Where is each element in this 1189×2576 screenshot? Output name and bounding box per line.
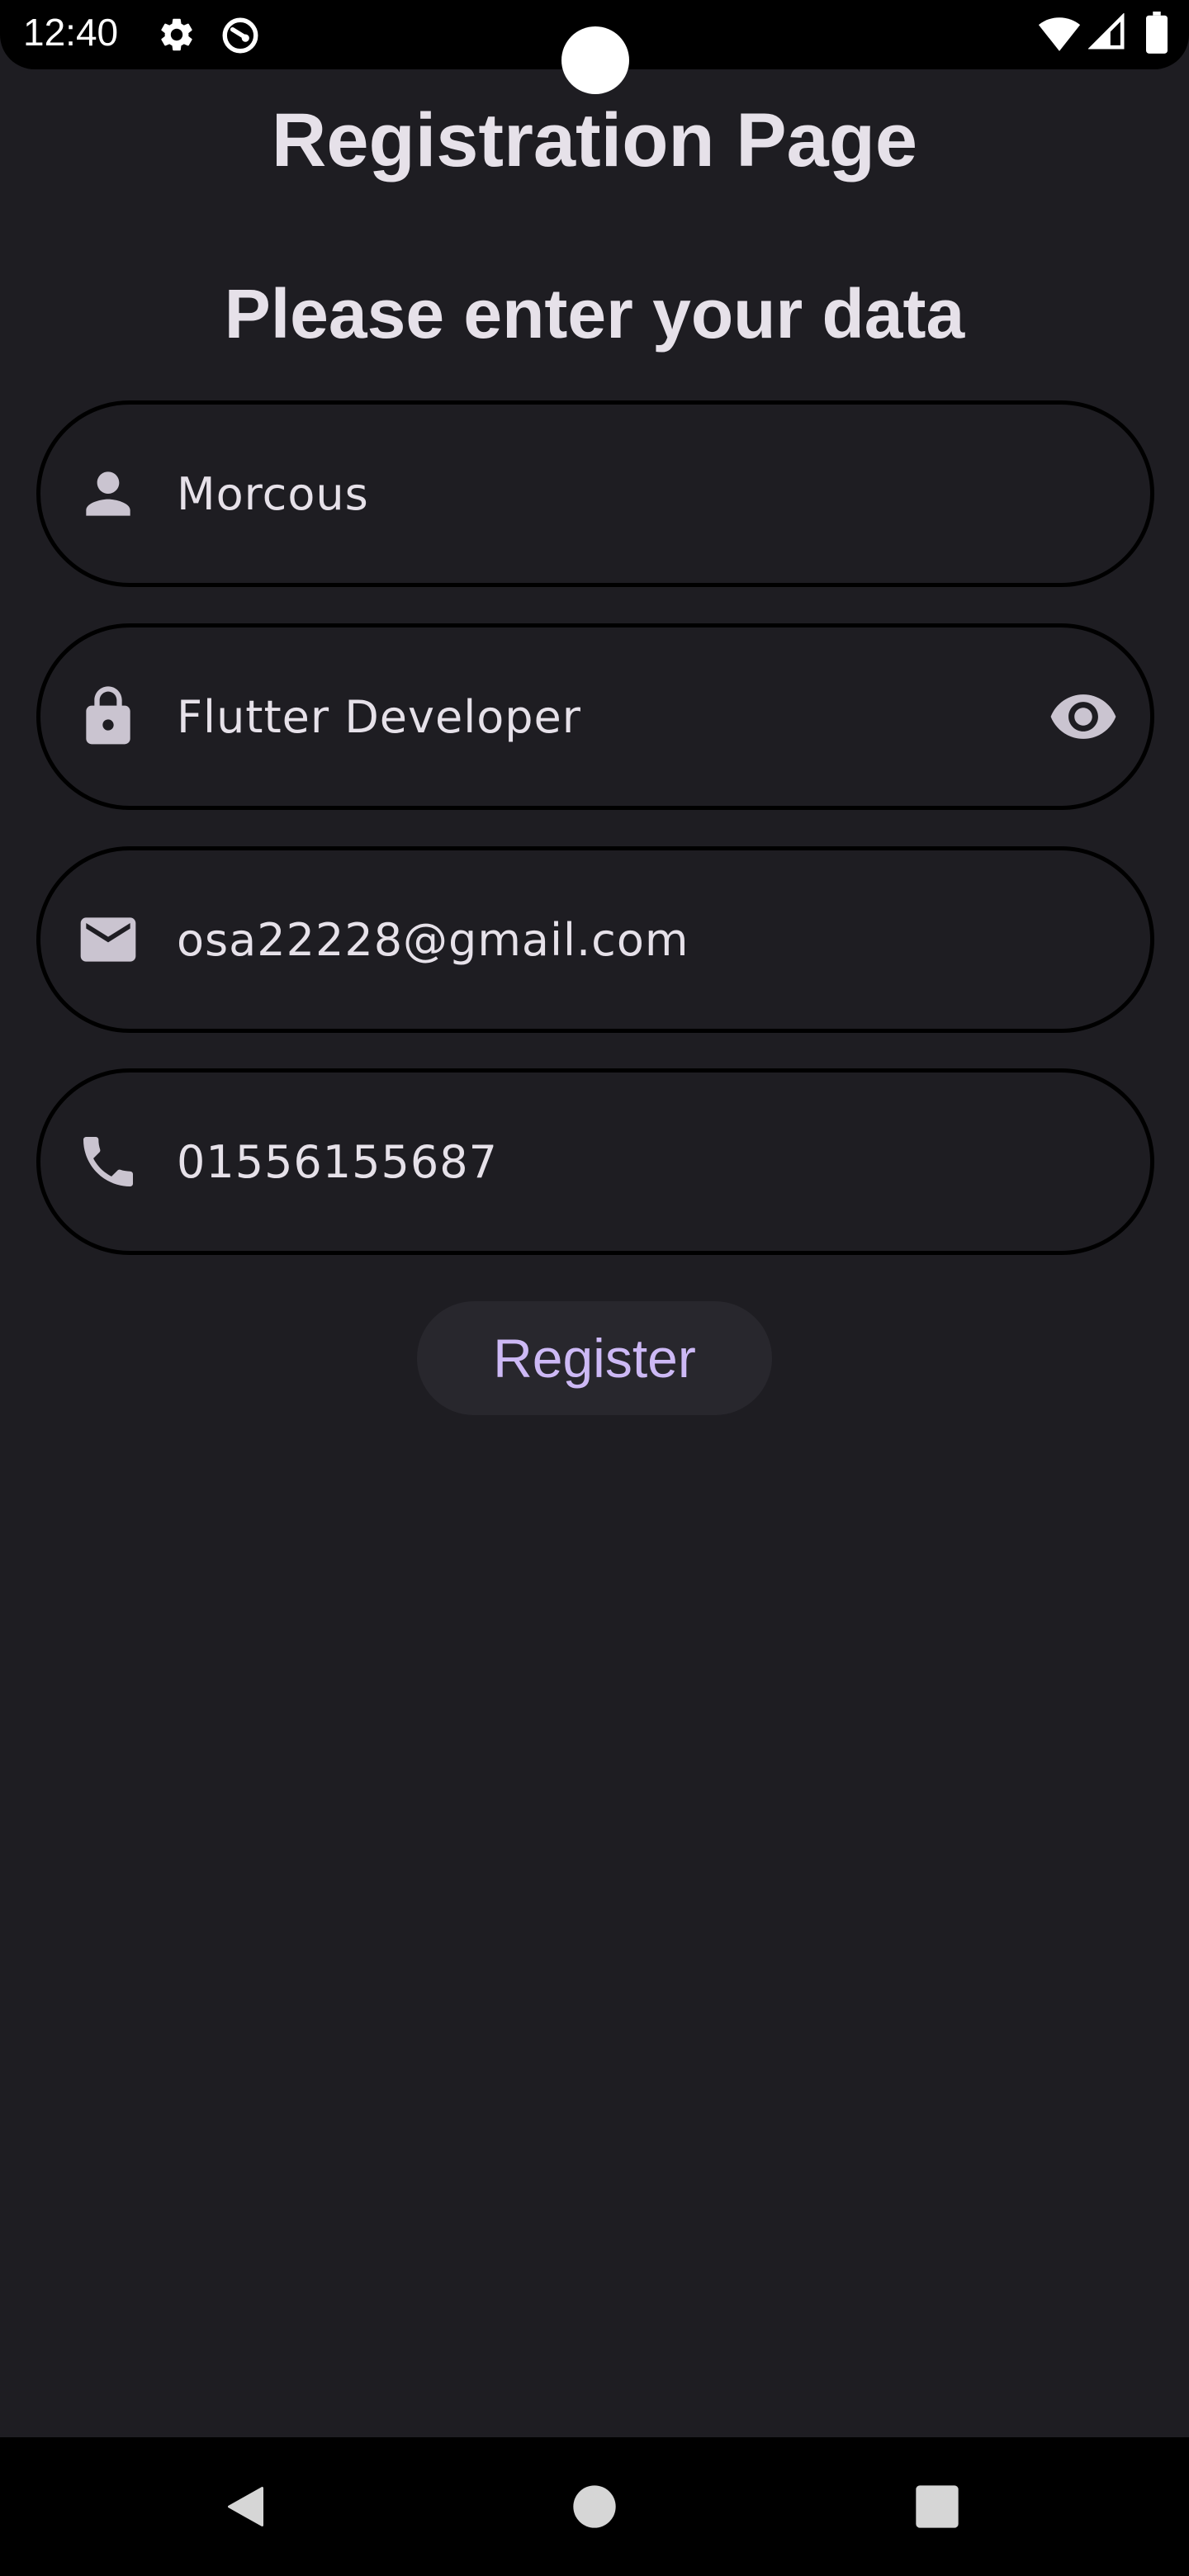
back-icon[interactable] <box>206 2465 289 2548</box>
password-input[interactable] <box>177 680 1002 754</box>
email-field[interactable] <box>36 846 1154 1033</box>
mail-icon <box>75 907 141 973</box>
camera-cutout <box>561 26 629 94</box>
phone-field[interactable] <box>36 1068 1154 1255</box>
registration-screen: 12:40 Registration Page Please enter you… <box>0 0 1189 2576</box>
wifi-icon <box>1037 13 1082 57</box>
register-button[interactable]: Register <box>417 1301 772 1415</box>
cellular-icon <box>1087 12 1126 55</box>
email-input[interactable] <box>177 902 1002 977</box>
person-icon <box>75 461 141 527</box>
home-icon[interactable] <box>553 2465 636 2548</box>
battery-icon <box>1144 12 1169 59</box>
navigation-bar <box>0 2437 1189 2576</box>
page-title: Registration Page <box>271 98 918 182</box>
recents-icon[interactable] <box>896 2465 978 2548</box>
name-field[interactable] <box>36 400 1154 587</box>
no-signal-circle-icon <box>220 15 261 60</box>
eye-icon[interactable] <box>1048 681 1119 752</box>
phone-input[interactable] <box>177 1125 1002 1199</box>
page-subtitle: Please enter your data <box>224 275 965 353</box>
name-input[interactable] <box>177 457 1002 531</box>
password-field[interactable] <box>36 623 1154 810</box>
phone-icon <box>75 1129 141 1195</box>
lock-icon <box>75 684 141 750</box>
gear-icon <box>157 15 197 59</box>
status-time: 12:40 <box>23 11 119 54</box>
